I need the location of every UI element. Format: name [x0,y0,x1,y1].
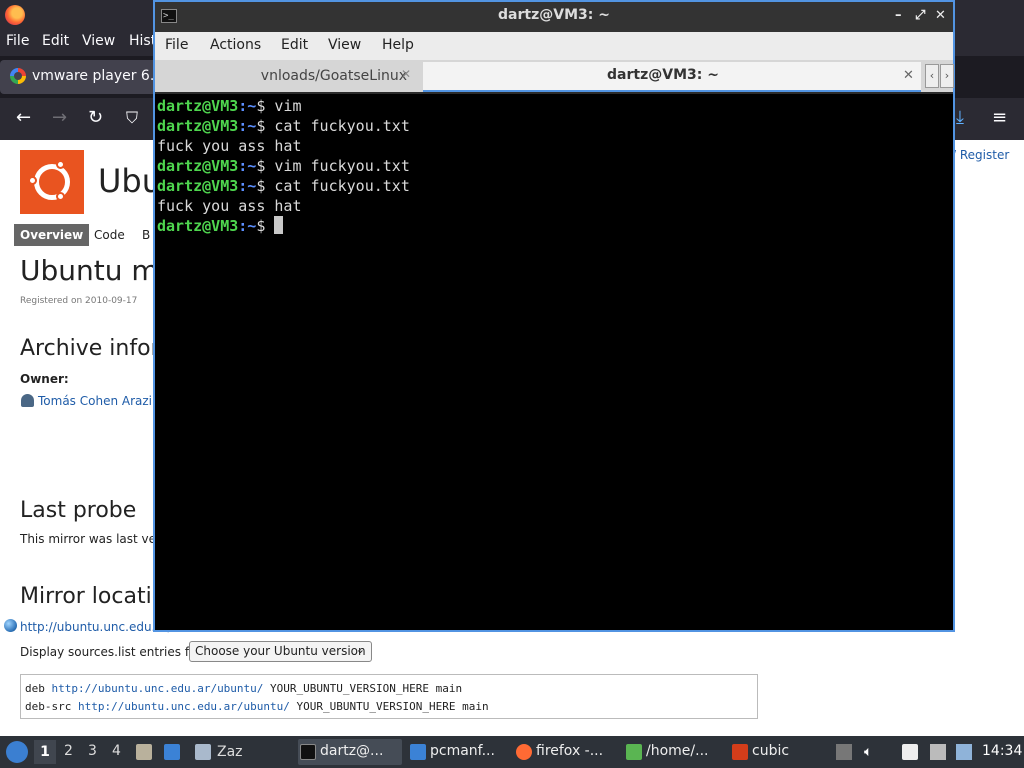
terminal-tab-home[interactable]: dartz@VM3: ~ ✕ [423,62,921,92]
sources-url[interactable]: http://ubuntu.unc.edu.ar/ubuntu/ [52,682,264,695]
workspace-1[interactable]: 1 [34,740,56,764]
term-menu-edit[interactable]: Edit [281,37,308,53]
globe-icon [4,619,17,632]
shield-icon[interactable]: ⛉ [126,108,138,128]
terminal-tab-downloads[interactable]: vnloads/GoatseLinux [155,62,421,92]
show-desktop-icon[interactable] [164,744,180,760]
terminal-tab-label: dartz@VM3: ~ [607,67,719,83]
network-icon[interactable] [956,744,972,760]
display-icon[interactable] [930,744,946,760]
terminal-title: dartz@VM3: ~ [498,7,610,23]
terminal-tab-label: vnloads/GoatseLinux [260,68,407,84]
taskbar: 1 2 3 4 Zaz dartz@... pcmanf... firefox … [0,736,1024,768]
back-icon[interactable]: ← [16,107,31,128]
terminal-icon [300,744,316,760]
ubuntu-logo-icon [20,150,84,214]
terminal-titlebar[interactable]: >_ dartz@VM3: ~ – ⤢ ✕ [155,2,953,32]
terminal-output[interactable]: dartz@VM3:~$ vim dartz@VM3:~$ cat fuckyo… [155,94,953,630]
terminal-cursor [274,216,284,234]
workspace-2[interactable]: 2 [64,743,73,759]
term-menu-help[interactable]: Help [382,37,414,53]
firefox-tab-title: vmware player 6.5 [32,68,164,84]
terminal-line: dartz@VM3:~$ cat fuckyou.txt [157,177,410,195]
page-heading: Ubuntu m [20,254,159,287]
task-cubic[interactable]: cubic [730,739,834,765]
task-archive[interactable]: /home/... [624,739,728,765]
task-pcmanfm[interactable]: pcmanf... [408,739,512,765]
downloads-icon[interactable]: ⤓ [956,107,964,128]
maximize-icon[interactable]: ⤢ [915,8,925,23]
firefox-tab[interactable]: vmware player 6.5 [0,60,164,94]
close-tab-icon[interactable]: ✕ [903,68,914,83]
terminal-line: dartz@VM3:~$ vim fuckyou.txt [157,157,410,175]
ff-menu-edit[interactable]: Edit [42,33,69,49]
workspace-4[interactable]: 4 [112,743,121,759]
terminal-line: fuck you ass hat [157,197,302,215]
owner-label: Owner: [20,372,69,386]
close-icon[interactable]: ✕ [935,8,946,23]
owner-link[interactable]: Tomás Cohen Arazi [38,394,152,408]
close-tab-icon[interactable]: ✕ [401,67,411,81]
tab-scroll-left-icon[interactable]: ‹ [925,64,939,88]
terminal-line: fuck you ass hat [157,137,302,155]
reload-icon[interactable]: ↻ [88,107,103,128]
last-probe-text: This mirror was last verif [20,532,169,546]
terminal-line: dartz@VM3:~$ cat fuckyou.txt [157,117,410,135]
term-menu-view[interactable]: View [328,37,361,53]
firefox-icon [5,5,25,25]
workspace-3[interactable]: 3 [88,743,97,759]
cubic-icon [732,744,748,760]
file-manager-launcher-icon[interactable] [136,744,152,760]
last-probe-heading: Last probe [20,498,137,523]
terminal-window: >_ dartz@VM3: ~ – ⤢ ✕ File Actions Edit … [153,0,955,632]
archive-icon [626,744,642,760]
chevron-down-icon: ⌄ [355,643,365,656]
mirror-location-heading: Mirror locatio [20,584,166,609]
menu-icon[interactable]: ≡ [992,107,1007,128]
tab-code[interactable]: Code [88,224,131,246]
task-firefox[interactable]: firefox -... [514,739,618,765]
sources-line: deb-src http://ubuntu.unc.edu.ar/ubuntu/… [25,700,489,713]
registered-date: Registered on 2010-09-17 [20,296,138,306]
tab-overview[interactable]: Overview [14,224,90,246]
firefox-icon [516,744,532,760]
folder-icon [410,744,426,760]
minimize-icon[interactable]: – [895,8,902,23]
term-menu-actions[interactable]: Actions [210,37,261,53]
task-terminal[interactable]: dartz@... [298,739,402,765]
term-menu-file[interactable]: File [165,37,188,53]
mirror-url-link[interactable]: http://ubuntu.unc.edu.ar/ [20,620,172,634]
register-link[interactable]: / Register [952,148,1009,162]
terminal-menubar: File Actions Edit View Help [155,32,953,60]
sources-line: deb http://ubuntu.unc.edu.ar/ubuntu/ YOU… [25,682,463,695]
zaz-label[interactable]: Zaz [217,744,243,760]
terminal-line: dartz@VM3:~$ [157,216,953,236]
start-menu-icon[interactable] [6,741,28,763]
tab-scroll-right-icon[interactable]: › [940,64,954,88]
terminal-tab-bar: vnloads/GoatseLinux ✕ dartz@VM3: ~ ✕ ‹ › [155,60,954,92]
ubuntu-version-select[interactable]: Choose your Ubuntu version ⌄ [189,641,372,662]
clipboard-icon[interactable] [902,744,918,760]
volume-icon[interactable]: 🔈︎ [864,744,880,760]
sources-label: Display sources.list entries for: [20,645,206,659]
terminal-line: dartz@VM3:~$ vim [157,97,302,115]
sources-list-box: deb http://ubuntu.unc.edu.ar/ubuntu/ YOU… [20,674,758,719]
google-icon [10,68,26,84]
ff-menu-view[interactable]: View [82,33,115,49]
zaz-icon [195,744,211,760]
scroll-icon[interactable] [836,744,852,760]
ff-menu-file[interactable]: File [6,33,29,49]
forward-icon[interactable]: → [52,107,67,128]
sources-url[interactable]: http://ubuntu.unc.edu.ar/ubuntu/ [78,700,290,713]
version-select-value: Choose your Ubuntu version [195,644,366,658]
clock[interactable]: 14:34 [982,743,1022,759]
archive-heading: Archive inforr [20,336,169,361]
person-icon [21,394,34,407]
